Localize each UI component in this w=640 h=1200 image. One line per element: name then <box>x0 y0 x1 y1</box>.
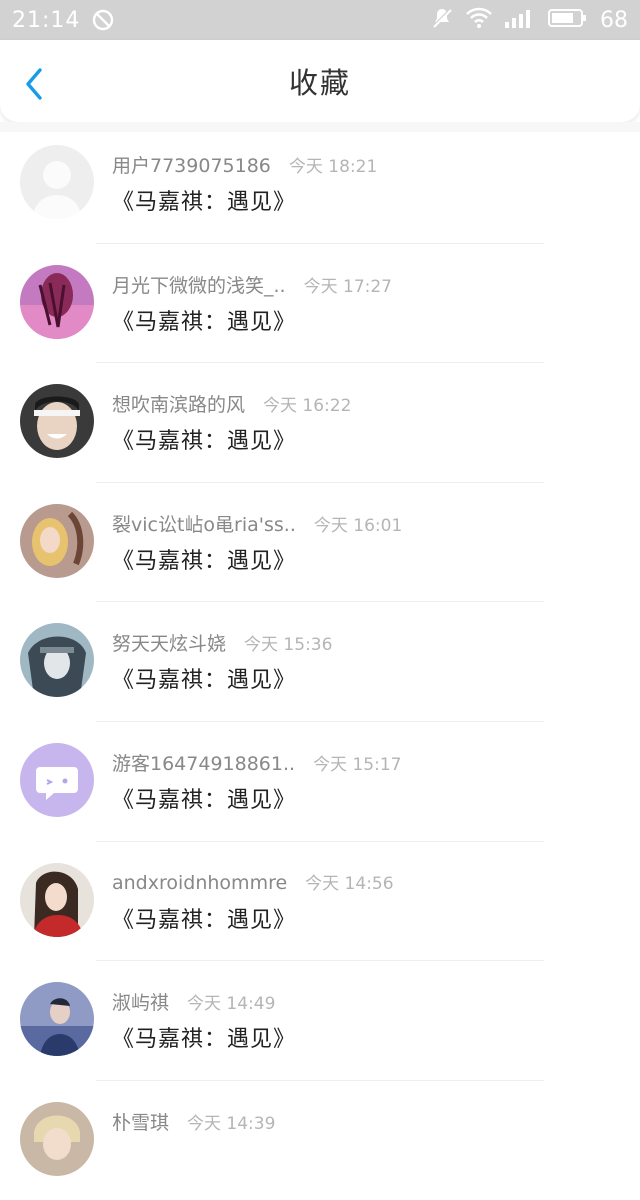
username[interactable]: 努天天炫斗娆 <box>112 629 226 656</box>
list-item[interactable]: 用户7739075186 今天 18:21 《马嘉祺：遇见》 <box>0 124 640 244</box>
list-item[interactable]: 想吹南滨路的风 今天 16:22 《马嘉祺：遇见》 <box>0 363 640 483</box>
avatar[interactable] <box>20 1101 94 1176</box>
battery-percent: 68 <box>600 7 628 33</box>
book-title[interactable]: 《马嘉祺：遇见》 <box>112 543 296 575</box>
username[interactable]: 游客16474918861.. <box>112 749 295 776</box>
status-time: 21:14 <box>12 7 81 33</box>
timestamp: 今天 16:22 <box>263 396 352 417</box>
avatar[interactable] <box>20 145 94 219</box>
page-title: 收藏 <box>288 66 351 100</box>
avatar[interactable] <box>20 982 94 1057</box>
username[interactable]: 朴雪琪 <box>112 1108 169 1135</box>
book-title[interactable]: 《马嘉祺：遇见》 <box>112 1021 296 1053</box>
wifi-icon <box>466 7 492 33</box>
list-item[interactable]: 朴雪琪 今天 14:39 <box>0 1081 640 1200</box>
signal-icon <box>504 7 536 33</box>
timestamp: 今天 18:21 <box>288 157 378 177</box>
avatar[interactable] <box>20 503 94 578</box>
book-title[interactable]: 《马嘉祺：遇见》 <box>112 782 296 814</box>
book-title[interactable]: 《马嘉祺：遇见》 <box>112 304 296 336</box>
timestamp: 今天 15:36 <box>244 635 333 656</box>
nav-bar: 收藏 <box>0 40 640 122</box>
list-item[interactable]: 月光下微微的浅笑_.. 今天 17:27 《马嘉祺：遇见》 <box>0 244 640 364</box>
timestamp: 今天 14:56 <box>305 873 394 894</box>
favorites-list: 用户7739075186 今天 18:21 《马嘉祺：遇见》 月光下微微的浅笑_… <box>0 124 640 1200</box>
back-button[interactable] <box>14 64 54 104</box>
chevron-left-icon <box>26 68 42 100</box>
avatar[interactable] <box>20 264 94 339</box>
book-title[interactable]: 《马嘉祺：遇见》 <box>112 184 296 216</box>
username[interactable]: 淑屿祺 <box>112 988 169 1015</box>
username[interactable]: 裂vic讼t岾o黾ria'ss.. <box>112 510 296 537</box>
book-title[interactable]: 《马嘉祺：遇见》 <box>112 902 296 934</box>
list-item[interactable]: andxroidnhommre 今天 14:56 《马嘉祺：遇见》 <box>0 842 640 962</box>
mute-icon <box>430 6 454 34</box>
username[interactable]: 月光下微微的浅笑_.. <box>112 271 286 298</box>
avatar[interactable] <box>20 384 94 459</box>
list-item[interactable]: 淑屿祺 今天 14:49 《马嘉祺：遇见》 <box>0 961 640 1081</box>
list-item[interactable]: 游客16474918861.. 今天 15:17 《马嘉祺：遇见》 <box>0 722 640 842</box>
battery-icon <box>548 7 588 33</box>
status-bar: 21:14 68 <box>0 0 640 40</box>
do-not-disturb-icon <box>92 9 114 31</box>
username[interactable]: 想吹南滨路的风 <box>112 390 245 417</box>
book-title[interactable]: 《马嘉祺：遇见》 <box>112 662 296 694</box>
book-title[interactable]: 《马嘉祺：遇见》 <box>112 423 296 455</box>
username[interactable]: andxroidnhommre <box>112 872 287 894</box>
list-item[interactable]: 努天天炫斗娆 今天 15:36 《马嘉祺：遇见》 <box>0 602 640 722</box>
avatar[interactable] <box>20 742 94 817</box>
timestamp: 今天 14:49 <box>187 994 276 1015</box>
timestamp: 今天 14:39 <box>187 1113 276 1134</box>
avatar[interactable] <box>20 862 94 937</box>
list-item[interactable]: 裂vic讼t岾o黾ria'ss.. 今天 16:01 《马嘉祺：遇见》 <box>0 483 640 603</box>
username[interactable]: 用户7739075186 <box>112 151 271 178</box>
timestamp: 今天 17:27 <box>303 276 392 297</box>
avatar[interactable] <box>20 623 94 698</box>
timestamp: 今天 15:17 <box>313 754 402 775</box>
timestamp: 今天 16:01 <box>313 515 403 536</box>
